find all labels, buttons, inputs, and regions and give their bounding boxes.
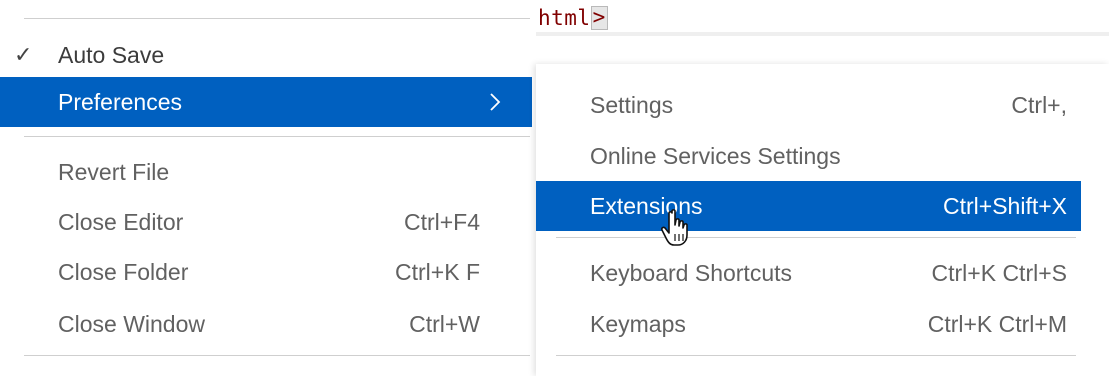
menu-item-label: Close Folder [58, 259, 189, 285]
menu-separator [24, 136, 530, 137]
submenu-item-settings[interactable]: Settings Ctrl+, [536, 80, 1081, 130]
submenu-item-label: Settings [590, 92, 674, 118]
menu-item-auto-save[interactable]: ✓ Auto Save [0, 30, 532, 80]
menu-item-label: Revert File [58, 159, 170, 185]
submenu-item-shortcut: Ctrl+Shift+X [943, 193, 1067, 219]
submenu-separator [556, 237, 1076, 238]
menu-item-close-folder[interactable]: Close Folder Ctrl+K F [0, 247, 532, 297]
checkmark-icon: ✓ [14, 42, 33, 67]
menu-item-shortcut: Ctrl+F4 [403, 209, 480, 235]
menu-item-shortcut: Ctrl+W [409, 311, 480, 337]
menu-item-label: Preferences [58, 89, 183, 115]
submenu-item-extensions[interactable]: Extensions Ctrl+Shift+X [536, 181, 1081, 231]
menu-item-label: Close Window [58, 311, 205, 337]
app-root: ✓ Auto Save Preferences Revert File Clos… [0, 0, 1109, 376]
submenu-item-shortcut: Ctrl+K Ctrl+M [927, 311, 1067, 337]
submenu-item-keyboard-shortcuts[interactable]: Keyboard Shortcuts Ctrl+K Ctrl+S [536, 248, 1081, 298]
submenu-item-shortcut: Ctrl+, [1011, 92, 1067, 118]
submenu-item-keymaps[interactable]: Keymaps Ctrl+K Ctrl+M [536, 299, 1081, 349]
editor-divider [536, 32, 1109, 36]
menu-item-revert-file[interactable]: Revert File [0, 147, 532, 197]
menu-item-label: Close Editor [58, 209, 184, 235]
menu-separator [24, 18, 530, 19]
code-text: html [538, 6, 591, 30]
bracket-match-highlight: > [590, 5, 608, 30]
menu-item-preferences[interactable]: Preferences [0, 77, 532, 127]
menu-item-label: Auto Save [58, 42, 165, 68]
submenu-item-online-services-settings[interactable]: Online Services Settings [536, 131, 1081, 181]
submenu-item-shortcut: Ctrl+K Ctrl+S [931, 260, 1067, 286]
submenu-item-label: Online Services Settings [590, 143, 841, 169]
chevron-right-icon [490, 93, 501, 111]
code-line: html> [538, 6, 608, 30]
editor-area[interactable]: html> [536, 0, 1109, 60]
file-menu: ✓ Auto Save Preferences Revert File Clos… [0, 0, 532, 376]
hand-pointer-icon [660, 209, 688, 246]
submenu-item-label: Keymaps [590, 311, 686, 337]
submenu-separator [556, 355, 1076, 356]
menu-item-close-window[interactable]: Close Window Ctrl+W [0, 299, 532, 349]
menu-item-close-editor[interactable]: Close Editor Ctrl+F4 [0, 197, 532, 247]
submenu-item-label: Keyboard Shortcuts [590, 260, 793, 286]
menu-separator [24, 355, 530, 356]
menu-item-shortcut: Ctrl+K F [395, 259, 480, 285]
preferences-submenu: Settings Ctrl+, Online Services Settings… [536, 64, 1109, 376]
